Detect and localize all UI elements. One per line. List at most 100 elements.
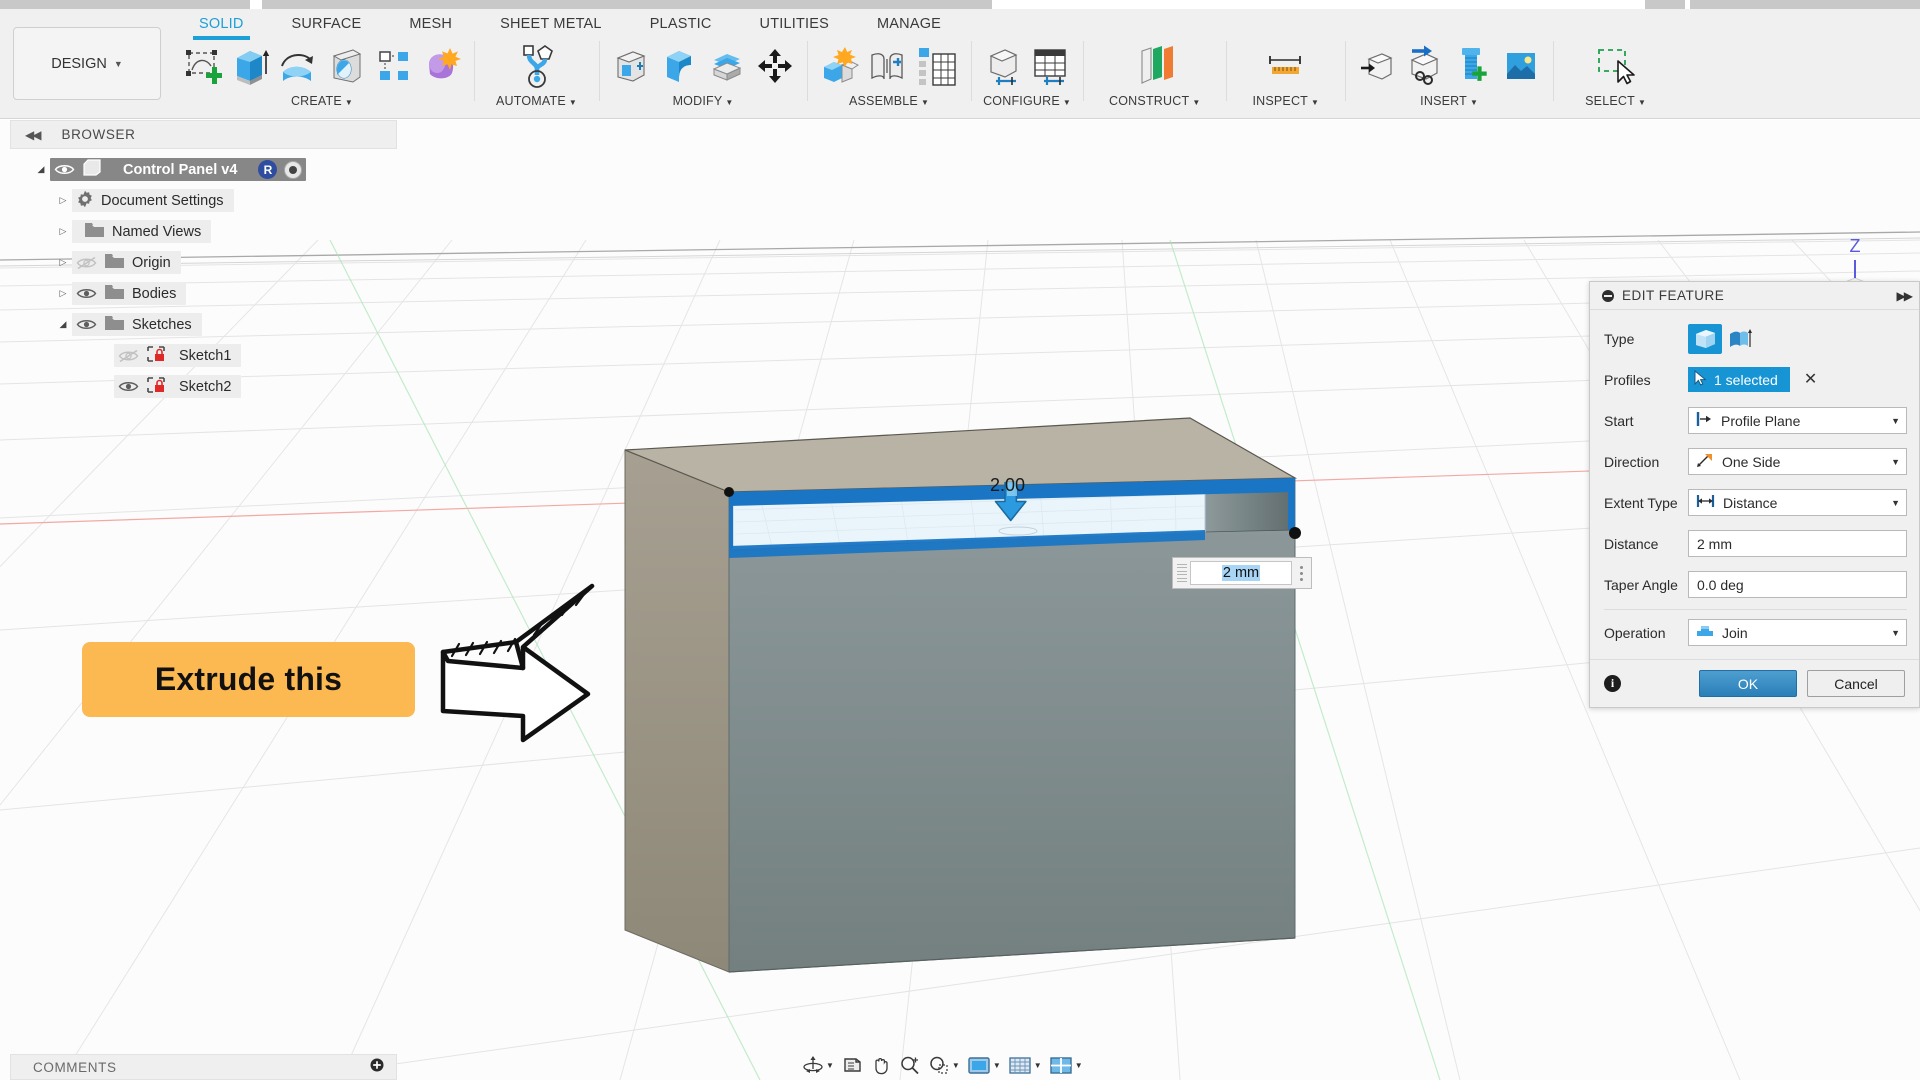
select-window-icon[interactable]: [1593, 40, 1639, 92]
ribbon-group-label[interactable]: INSERT ▼: [1420, 94, 1478, 108]
ok-button[interactable]: OK: [1699, 670, 1797, 697]
ribbon-group-label[interactable]: SELECT ▼: [1585, 94, 1646, 108]
pan-look-at-icon: [844, 1058, 861, 1072]
tab-solid[interactable]: SOLID: [175, 9, 268, 40]
tree-node-document-settings[interactable]: ▷ Document Settings: [10, 185, 397, 216]
distance-input[interactable]: 2 mm: [1688, 530, 1907, 557]
visibility-eye-icon[interactable]: [54, 162, 75, 178]
taper-angle-input[interactable]: 0.0 deg: [1688, 571, 1907, 598]
visibility-eye-icon[interactable]: [76, 317, 97, 333]
extrude-surface-icon[interactable]: [1722, 324, 1756, 354]
activate-component-radio[interactable]: [284, 160, 303, 179]
minimize-icon[interactable]: [1602, 289, 1614, 302]
add-comment-icon[interactable]: [370, 1058, 384, 1077]
hole-icon[interactable]: [323, 40, 369, 92]
chevron-right-icon[interactable]: ▷: [54, 195, 72, 206]
revolve-icon[interactable]: [275, 40, 321, 92]
offset-plane-icon[interactable]: [1132, 40, 1178, 92]
chevron-right-icon[interactable]: ▷: [54, 288, 72, 299]
tab-sheet-metal[interactable]: SHEET METAL: [476, 9, 626, 39]
create-form-icon[interactable]: [419, 40, 465, 92]
tab-mesh[interactable]: MESH: [385, 9, 476, 39]
input-options-icon[interactable]: [1295, 565, 1307, 581]
input-grip-handle[interactable]: [1177, 562, 1187, 584]
grid-snaps-button[interactable]: ▼: [1006, 1053, 1044, 1077]
orbit-button[interactable]: ▼: [800, 1053, 836, 1077]
tab-label: MANAGE: [877, 16, 942, 32]
tab-manage[interactable]: MANAGE: [853, 9, 965, 39]
insert-derive-icon[interactable]: [1354, 40, 1400, 92]
tree-node-sketches[interactable]: ◢ Sketches: [10, 309, 397, 340]
dialog-title: EDIT FEATURE: [1622, 288, 1725, 303]
chevron-open-icon[interactable]: ◢: [32, 164, 50, 175]
press-pull-icon[interactable]: [608, 40, 654, 92]
expand-right-icon[interactable]: ▶▶: [1897, 289, 1914, 303]
folder-icon: [104, 253, 125, 273]
info-icon[interactable]: i: [1604, 675, 1621, 692]
extrude-solid-icon[interactable]: [1688, 323, 1722, 354]
tree-node-named-views[interactable]: ▷ Named Views: [10, 216, 397, 247]
measure-icon[interactable]: [1263, 40, 1309, 92]
sketch-locked-icon: [146, 345, 166, 367]
insert-canvas-icon[interactable]: [1498, 40, 1544, 92]
version-badge[interactable]: R: [258, 160, 278, 179]
shell-icon[interactable]: [704, 40, 750, 92]
tree-node-sketch1[interactable]: Sketch1: [10, 340, 397, 371]
start-dropdown[interactable]: Profile Plane ▼: [1688, 407, 1907, 434]
bom-icon[interactable]: [912, 40, 962, 92]
ribbon-group-label[interactable]: CONFIGURE ▼: [983, 94, 1071, 108]
extent-type-dropdown[interactable]: Distance ▼: [1688, 489, 1907, 516]
insert-mcmaster-part-icon[interactable]: [1450, 40, 1496, 92]
cancel-button[interactable]: Cancel: [1807, 670, 1905, 697]
extrude-icon[interactable]: [227, 40, 273, 92]
distance-value-input[interactable]: 2 mm: [1172, 557, 1312, 589]
pattern-icon[interactable]: [371, 40, 417, 92]
look-at-button[interactable]: [839, 1053, 865, 1077]
tab-label: SURFACE: [291, 16, 362, 32]
visibility-eye-icon[interactable]: [76, 286, 97, 302]
operation-dropdown[interactable]: Join ▼: [1688, 619, 1907, 646]
axis-z-label: Z: [1850, 236, 1861, 256]
visibility-hidden-icon[interactable]: [76, 255, 97, 271]
tree-node-sketch2[interactable]: Sketch2: [10, 371, 397, 402]
fit-button[interactable]: ▼: [926, 1053, 962, 1077]
ribbon-group-label[interactable]: CONSTRUCT ▼: [1109, 94, 1200, 108]
browser-tree: ◢ Control Panel v4 R ▷ Document Settings…: [10, 154, 397, 402]
move-copy-icon[interactable]: [752, 40, 798, 92]
chevron-open-icon[interactable]: ◢: [54, 319, 72, 330]
tree-node-bodies[interactable]: ▷ Bodies: [10, 278, 397, 309]
profiles-selection-button[interactable]: 1 selected: [1688, 367, 1790, 392]
configure-model-icon[interactable]: [980, 40, 1026, 92]
chevron-right-icon[interactable]: ▷: [54, 226, 72, 237]
automate-icon[interactable]: [509, 40, 565, 92]
tab-surface[interactable]: SURFACE: [268, 9, 386, 39]
ribbon-group-label[interactable]: MODIFY ▼: [673, 94, 734, 108]
insert-mcmaster-icon[interactable]: [1402, 40, 1448, 92]
tab-plastic[interactable]: PLASTIC: [626, 9, 736, 39]
visibility-hidden-icon[interactable]: [118, 348, 139, 364]
fillet-icon[interactable]: [656, 40, 702, 92]
tab-utilities[interactable]: UTILITIES: [736, 9, 853, 39]
workspace-switcher[interactable]: DESIGN ▼: [13, 27, 161, 100]
pan-button[interactable]: [868, 1053, 894, 1077]
ribbon-group-label[interactable]: INSPECT ▼: [1252, 94, 1319, 108]
joint-icon[interactable]: [864, 40, 910, 92]
configure-table-icon[interactable]: [1028, 40, 1074, 92]
ribbon-group-label[interactable]: CREATE ▼: [291, 94, 353, 108]
collapse-left-icon[interactable]: ◀◀: [25, 128, 42, 142]
zoom-button[interactable]: [897, 1053, 923, 1077]
create-sketch-icon[interactable]: [179, 40, 225, 92]
ribbon-group-label[interactable]: ASSEMBLE ▼: [849, 94, 929, 108]
visibility-eye-icon[interactable]: [118, 379, 139, 395]
tree-node-control-panel[interactable]: ◢ Control Panel v4 R: [10, 154, 397, 185]
direction-dropdown[interactable]: One Side ▼: [1688, 448, 1907, 475]
display-settings-button[interactable]: ▼: [965, 1053, 1003, 1077]
tree-node-origin[interactable]: ▷ Origin: [10, 247, 397, 278]
ribbon-group-label[interactable]: AUTOMATE ▼: [496, 94, 577, 108]
clear-selection-icon[interactable]: ✕: [1804, 371, 1817, 388]
viewports-button[interactable]: ▼: [1047, 1053, 1085, 1077]
comments-panel[interactable]: COMMENTS: [10, 1054, 397, 1080]
chevron-right-icon[interactable]: ▷: [54, 257, 72, 268]
new-component-icon[interactable]: [816, 40, 862, 92]
value-field[interactable]: 2 mm: [1190, 561, 1292, 585]
